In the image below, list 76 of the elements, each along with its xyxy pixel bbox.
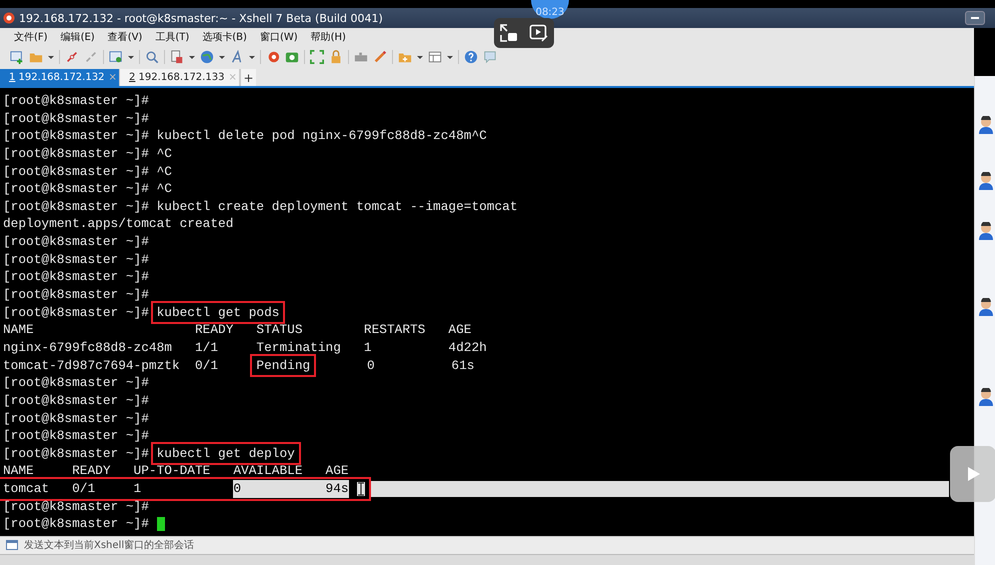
- font-icon[interactable]: [230, 50, 244, 64]
- terminal-line: NAME READY STATUS RESTARTS AGE: [3, 321, 472, 339]
- dropdown-arrow-icon[interactable]: [48, 56, 54, 58]
- terminal-line: [root@k8smaster ~]#: [3, 392, 149, 410]
- menu-item[interactable]: 窗口(W): [260, 30, 298, 44]
- menu-item[interactable]: 文件(F): [14, 30, 48, 44]
- exit-fullscreen-icon[interactable]: [499, 23, 519, 43]
- dropdown-arrow-icon[interactable]: [128, 56, 134, 58]
- dropdown-arrow-icon[interactable]: [249, 56, 255, 58]
- menu-item[interactable]: 编辑(E): [60, 30, 95, 44]
- search-icon[interactable]: [145, 50, 159, 64]
- terminal-line: [root@k8smaster ~]#: [3, 92, 149, 110]
- new-session-icon[interactable]: [10, 50, 24, 64]
- terminal-line: tomcat-7d987c7694-pmztk 0/1: [3, 356, 220, 374]
- terminal-text: Pending: [256, 356, 310, 374]
- terminal-line: [root@k8smaster ~]#: [3, 515, 150, 534]
- avatar-icon: [977, 172, 993, 190]
- dropdown-arrow-icon[interactable]: [447, 56, 453, 58]
- session-tab[interactable]: 1 192.168.172.132 ×: [0, 69, 120, 86]
- terminal-line: [root@k8smaster ~]# ^C: [3, 180, 172, 198]
- terminal-line: [root@k8smaster ~]# ^C: [3, 144, 172, 163]
- help-icon[interactable]: [464, 50, 478, 64]
- terminal-line: [root@k8smaster ~]#: [3, 268, 149, 286]
- terminal-line: [root@k8smaster ~]#: [3, 374, 149, 392]
- minimize-button[interactable]: [965, 11, 985, 25]
- pen-icon[interactable]: [373, 50, 387, 64]
- minimize-icon: [970, 16, 980, 20]
- send-text-field[interactable]: 发送文本到当前Xshell窗口的全部会话: [0, 536, 974, 554]
- video-play-button[interactable]: [950, 446, 995, 502]
- terminal-line: [root@k8smaster ~]#: [3, 250, 149, 268]
- terminal-line: [root@k8smaster ~]#: [3, 410, 149, 428]
- fullscreen-icon[interactable]: [310, 50, 324, 64]
- new-tab-button[interactable]: +: [240, 69, 256, 86]
- terminal-line: [root@k8smaster ~]#: [3, 286, 149, 304]
- avatar-icon: [977, 388, 993, 406]
- dropdown-arrow-icon[interactable]: [219, 56, 225, 58]
- terminal-line: NAME READY UP-TO-DATE AVAILABLE AGE: [3, 462, 349, 480]
- globe-icon[interactable]: [200, 50, 214, 64]
- terminal-line: nginx-6799fc88d8-zc48m 1/1 Terminating 1 4d22h: [3, 338, 487, 357]
- dropdown-arrow-icon[interactable]: [189, 56, 195, 58]
- avatar-icon: [977, 116, 993, 134]
- layout-icon[interactable]: [428, 50, 442, 64]
- terminal-line: [root@k8smaster ~]#: [3, 304, 150, 322]
- snail-icon[interactable]: [266, 50, 280, 64]
- transfer-icon[interactable]: [170, 50, 184, 64]
- terminal-line: [root@k8smaster ~]#: [3, 498, 149, 516]
- menu-item[interactable]: 选项卡(B): [202, 30, 247, 44]
- terminal-text: kubectl get deploy: [156, 444, 295, 462]
- window-settings-icon[interactable]: [109, 50, 123, 64]
- avatar-icon: [977, 298, 993, 316]
- terminal-text: 0 61s: [366, 356, 474, 374]
- lock-icon[interactable]: [329, 50, 343, 64]
- terminal-line: deployment.apps/tomcat created: [3, 215, 234, 234]
- connect-icon[interactable]: [65, 50, 79, 64]
- terminal-text: kubectl get pods: [156, 304, 280, 322]
- picture-in-picture-icon[interactable]: [529, 23, 549, 43]
- terminal-line: [root@k8smaster ~]# kubectl delete pod nginx-6799fc88d8-zc48m^C: [3, 127, 487, 145]
- avatar-icon: [977, 222, 993, 240]
- terminal-line: [root@k8smaster ~]# kubectl create deployment tomcat --image=tomcat: [3, 198, 518, 216]
- shell-logo-icon: [3, 12, 15, 24]
- menu-item[interactable]: 帮助(H): [310, 30, 346, 44]
- window-title: 192.168.172.132 - root@k8smaster:~ - Xshell 7 Beta (Build 0041): [19, 12, 383, 24]
- terminal-line: [root@k8smaster ~]#: [3, 110, 149, 128]
- terminal-line: [root@k8smaster ~]#: [3, 427, 149, 445]
- transfer-file-icon[interactable]: [285, 50, 299, 64]
- session-tab[interactable]: 2 192.168.172.133 ×: [120, 69, 240, 86]
- menu-item[interactable]: 查看(V): [108, 30, 142, 44]
- selected-text: 0 94s: [233, 480, 349, 498]
- menu-item[interactable]: 工具(T): [155, 30, 190, 44]
- keyboard-icon[interactable]: [354, 50, 368, 64]
- chat-bubble-icon[interactable]: [483, 50, 497, 64]
- terminal-text: tomcat 0/1 1: [3, 480, 142, 498]
- terminal-line: [root@k8smaster ~]#: [3, 233, 149, 251]
- terminal-line: [root@k8smaster ~]#: [3, 444, 150, 462]
- dropdown-arrow-icon[interactable]: [417, 56, 423, 58]
- terminal-line: [root@k8smaster ~]# ^C: [3, 162, 172, 180]
